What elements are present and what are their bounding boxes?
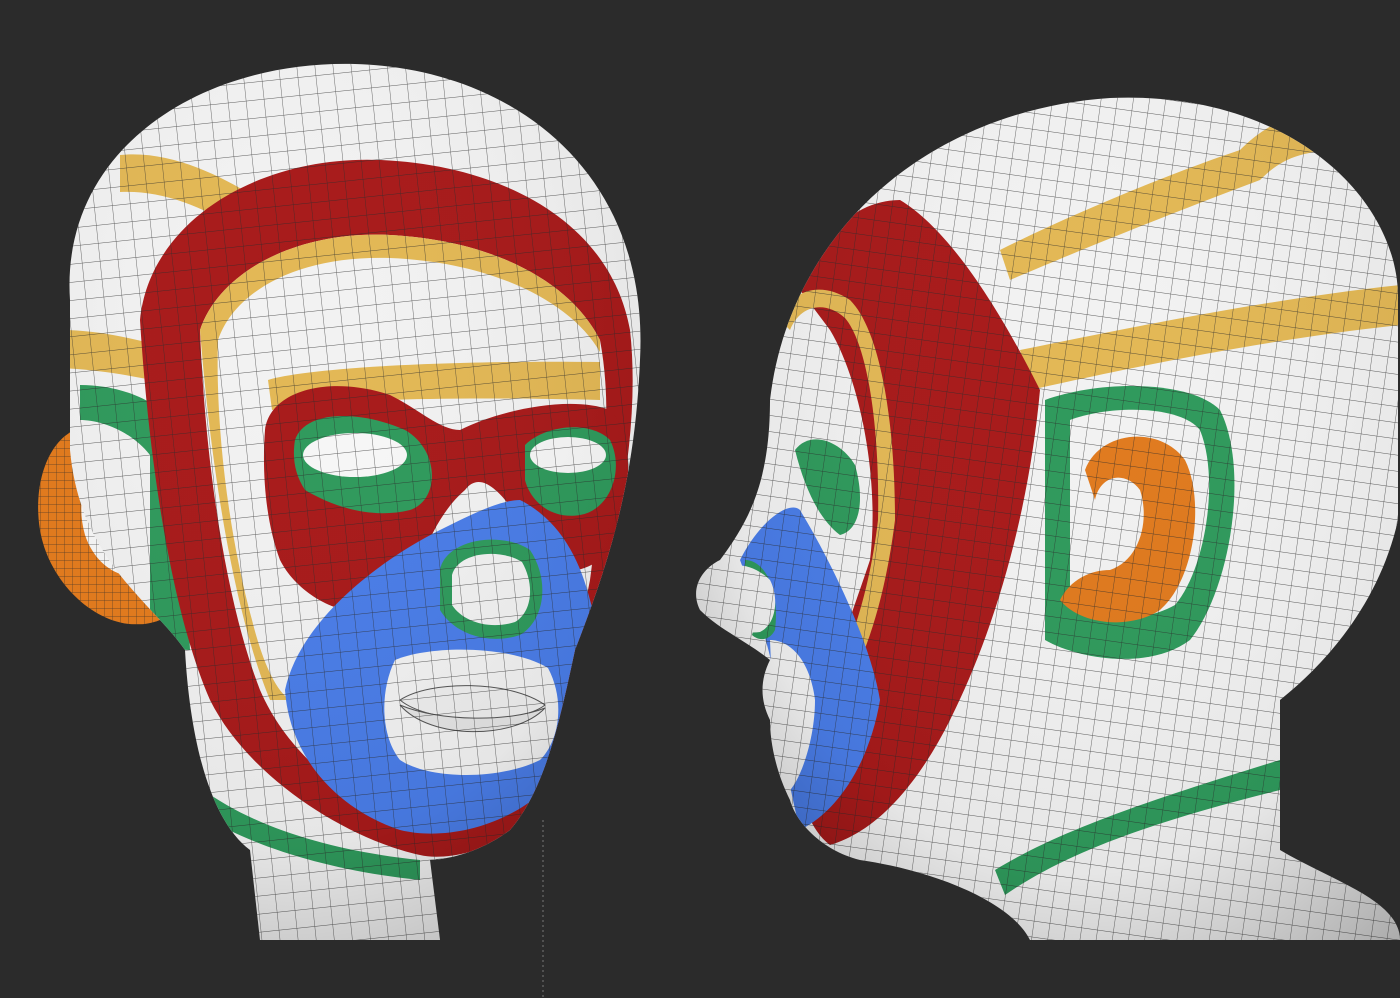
3d-viewport[interactable] xyxy=(0,0,1400,998)
front-three-quarter-view xyxy=(38,63,641,940)
topology-render xyxy=(38,63,1400,998)
side-profile-view xyxy=(696,97,1400,941)
